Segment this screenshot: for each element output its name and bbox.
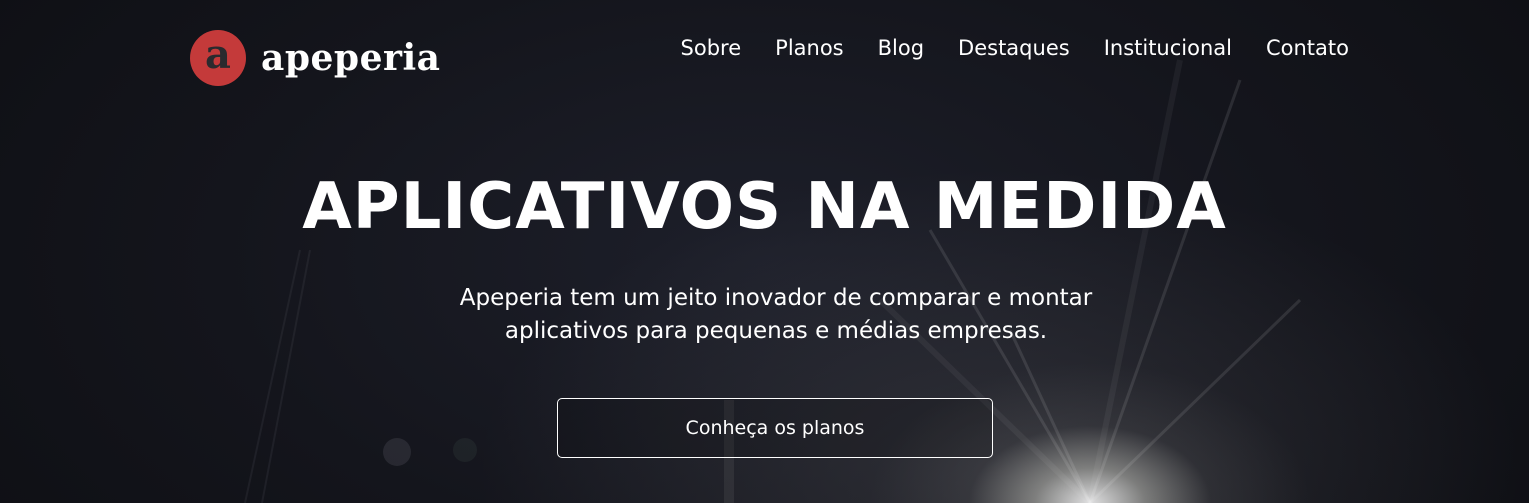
nav-item-institucional[interactable]: Institucional	[1104, 36, 1232, 60]
logo-letter: a	[205, 31, 231, 78]
nav-item-sobre[interactable]: Sobre	[681, 36, 742, 60]
main-nav: Sobre Planos Blog Destaques Instituciona…	[681, 36, 1349, 60]
brand-name: apeperia	[261, 37, 441, 79]
nav-item-planos[interactable]: Planos	[775, 36, 843, 60]
nav-item-blog[interactable]: Blog	[878, 36, 924, 60]
hero-subtitle: Apeperia tem um jeito inovador de compar…	[414, 282, 1138, 348]
hero-subtitle-line-2: aplicativos para pequenas e médias empre…	[504, 318, 1048, 344]
nav-item-destaques[interactable]: Destaques	[958, 36, 1070, 60]
logo-mark-icon: a	[190, 30, 246, 86]
hero-subtitle-line-1: Apeperia tem um jeito inovador de compar…	[459, 285, 1093, 311]
nav-item-contato[interactable]: Contato	[1266, 36, 1349, 60]
see-plans-button[interactable]: Conheça os planos	[557, 398, 993, 458]
hero-headline: APLICATIVOS NA MEDIDA	[302, 170, 1227, 244]
brand-logo[interactable]: a apeperia	[190, 30, 440, 86]
